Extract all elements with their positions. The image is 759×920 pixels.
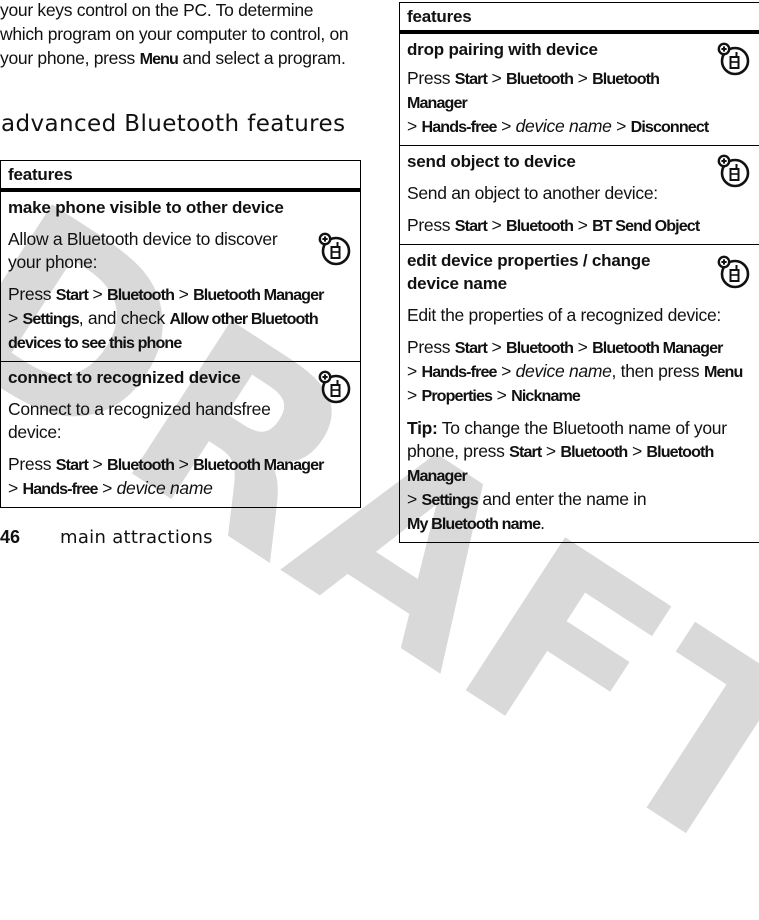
features-table-left: features make phone visible to other dev… (0, 160, 361, 508)
key-label: Start (56, 456, 88, 474)
phone-accessory-icon (717, 255, 751, 289)
feature-instructions: Press Start > Bluetooth > BT Send Object (407, 214, 751, 238)
key-label: Settings (421, 491, 477, 509)
text-fragment: Tip: (407, 418, 438, 438)
table-header: features (400, 3, 759, 33)
key-label: Properties (421, 387, 492, 405)
table-row: make phone visible to other device Allow… (1, 190, 361, 362)
key-label: Hands-free (22, 480, 97, 498)
text-fragment: > (632, 441, 642, 461)
text-fragment: > (578, 215, 588, 235)
text-fragment: > (578, 68, 588, 88)
text-fragment: , and check (79, 308, 170, 328)
text-fragment: > (546, 441, 556, 461)
text-fragment: > (93, 284, 103, 304)
footer-section-name: main attractions (60, 527, 213, 548)
text-fragment: > (407, 116, 417, 136)
key-label: Disconnect (631, 118, 709, 136)
text-fragment: Press (407, 337, 450, 357)
text-fragment: > (616, 116, 626, 136)
text-fragment: > (179, 284, 189, 304)
phone-accessory-icon (318, 370, 352, 404)
text-fragment: > (179, 454, 189, 474)
feature-instructions: Press Start > Bluetooth > Bluetooth Mana… (407, 67, 751, 139)
key-label: Hands-free (421, 363, 496, 381)
text-fragment: > (8, 478, 18, 498)
feature-title: drop pairing with device (407, 38, 751, 61)
intro-paragraph: your keys control on the PC. To determin… (0, 0, 360, 71)
phone-accessory-icon (318, 232, 352, 266)
key-label: Bluetooth Manager (592, 339, 722, 357)
feature-description: Send an object to another device: (407, 182, 751, 205)
italic-placeholder: device name (117, 478, 213, 498)
key-label: Bluetooth (506, 217, 573, 235)
italic-placeholder: device name (516, 116, 612, 136)
page-number: 46 (0, 527, 20, 548)
key-label: Bluetooth (107, 456, 174, 474)
text-fragment: Press (407, 68, 450, 88)
text-fragment: and enter the name in (478, 489, 647, 509)
key-label: Bluetooth (107, 286, 174, 304)
table-row: edit device properties / change device n… (400, 245, 759, 543)
text-fragment: > (501, 116, 511, 136)
table-row: send object to device Send an object to … (400, 146, 759, 245)
section-title: advanced Bluetooth features (1, 111, 345, 137)
key-label: Bluetooth (506, 339, 573, 357)
key-label: Start (455, 217, 487, 235)
feature-title: make phone visible to other device (8, 196, 352, 219)
feature-title: edit device properties / change device n… (407, 249, 751, 295)
feature-title: send object to device (407, 150, 751, 173)
key-label: Settings (22, 310, 78, 328)
text-fragment: > (492, 215, 502, 235)
key-label: Nickname (511, 387, 580, 405)
text-fragment: Press (407, 215, 450, 235)
text-fragment: > (102, 478, 112, 498)
feature-instructions: Press Start > Bluetooth > Bluetooth Mana… (8, 453, 352, 501)
table-row: drop pairing with device Press Start > B… (400, 32, 759, 146)
key-label: BT Send Object (592, 217, 699, 235)
text-fragment: > (578, 337, 588, 357)
text-fragment: , then press (612, 361, 704, 381)
text-fragment: Press (8, 284, 51, 304)
text-fragment: > (407, 385, 417, 405)
tip-paragraph: Tip: To change the Bluetooth name of you… (407, 417, 751, 536)
feature-description: Allow a Bluetooth device to discover you… (8, 228, 352, 274)
key-label: Start (509, 443, 541, 461)
table-row: connect to recognized device Connect to … (1, 362, 361, 508)
text-fragment: > (497, 385, 507, 405)
key-label: Hands-free (421, 118, 496, 136)
feature-instructions: Press Start > Bluetooth > Bluetooth Mana… (8, 283, 352, 355)
key-label: My Bluetooth name (407, 515, 540, 533)
feature-instructions: Press Start > Bluetooth > Bluetooth Mana… (407, 336, 751, 408)
text-fragment: > (492, 337, 502, 357)
key-label: Bluetooth Manager (193, 286, 323, 304)
text-fragment: > (8, 308, 18, 328)
intro-text-end: and select a program. (178, 48, 346, 68)
feature-title: connect to recognized device (8, 366, 352, 389)
menu-key: Menu (140, 50, 178, 68)
table-header: features (1, 161, 361, 191)
key-label: Bluetooth (560, 443, 627, 461)
text-fragment: > (407, 361, 417, 381)
features-table-right: features drop pairing with device Press … (399, 2, 759, 543)
phone-accessory-icon (717, 42, 751, 76)
italic-placeholder: device name (516, 361, 612, 381)
key-label: Start (455, 339, 487, 357)
text-fragment: Press (8, 454, 51, 474)
key-label: Bluetooth Manager (193, 456, 323, 474)
key-label: Start (56, 286, 88, 304)
key-label: Menu (704, 363, 742, 381)
feature-description: Connect to a recognized handsfree device… (8, 398, 352, 444)
key-label: Start (455, 70, 487, 88)
key-label: Bluetooth (506, 70, 573, 88)
phone-accessory-icon (717, 154, 751, 188)
text-fragment: . (540, 513, 545, 533)
text-fragment: > (492, 68, 502, 88)
text-fragment: > (501, 361, 511, 381)
text-fragment: > (407, 489, 417, 509)
text-fragment: > (93, 454, 103, 474)
feature-description: Edit the properties of a recognized devi… (407, 304, 751, 327)
